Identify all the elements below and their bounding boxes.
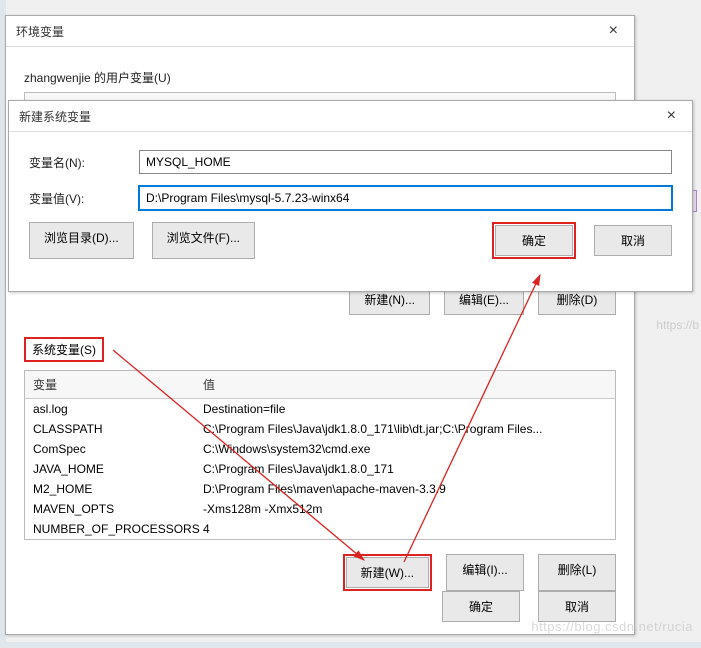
env-cancel-button[interactable]: 取消 [538, 591, 616, 622]
ok-highlight: 确定 [492, 222, 576, 259]
sys-delete-button[interactable]: 删除(L) [538, 554, 616, 591]
var-name-cell: asl.log [33, 402, 203, 416]
var-name-cell: JAVA_HOME [33, 462, 203, 476]
system-vars-label: 系统变量(S) [32, 343, 96, 357]
dlg-title: 新建系统变量 [19, 108, 91, 125]
col-val: 值 [195, 371, 615, 398]
var-value-cell: Destination=file [203, 402, 607, 416]
dlg-title-bar: 新建系统变量 × [9, 101, 692, 132]
dlg-buttons: 浏览目录(D)... 浏览文件(F)... 确定 取消 [29, 222, 672, 259]
var-value-input[interactable] [139, 186, 672, 210]
var-name-cell: CLASSPATH [33, 422, 203, 436]
var-value-cell: -Xms128m -Xmx512m [203, 502, 607, 516]
table-row[interactable]: NUMBER_OF_PROCESSORS4 [25, 519, 615, 539]
var-name-input[interactable] [139, 150, 672, 174]
watermark-text: https://blog.csdn.net/rucia [531, 619, 693, 634]
new-system-variable-dialog: 新建系统变量 × 变量名(N): 变量值(V): 浏览目录(D)... 浏览文件… [8, 100, 693, 292]
sys-buttons-row: 新建(W)... 编辑(I)... 删除(L) [24, 554, 616, 591]
table-row[interactable]: ComSpecC:\Windows\system32\cmd.exe [25, 439, 615, 459]
var-name-row: 变量名(N): [29, 150, 672, 174]
table-row[interactable]: CLASSPATHC:\Program Files\Java\jdk1.8.0_… [25, 419, 615, 439]
var-value-cell: C:\Program Files\Java\jdk1.8.0_171\lib\d… [203, 422, 607, 436]
close-icon[interactable]: × [661, 107, 682, 125]
browse-dir-button[interactable]: 浏览目录(D)... [29, 222, 134, 259]
browse-file-button[interactable]: 浏览文件(F)... [152, 222, 255, 259]
bottom-strip [0, 642, 701, 648]
dlg-ok-button[interactable]: 确定 [495, 225, 573, 256]
var-value-cell: D:\Program Files\maven\apache-maven-3.3.… [203, 482, 607, 496]
env-title: 环境变量 [16, 23, 64, 40]
var-name-cell: M2_HOME [33, 482, 203, 496]
table-row[interactable]: M2_HOMED:\Program Files\maven\apache-mav… [25, 479, 615, 499]
var-value-cell: 4 [203, 522, 607, 536]
env-ok-button[interactable]: 确定 [442, 591, 520, 622]
close-icon[interactable]: × [603, 22, 624, 40]
var-name-cell: NUMBER_OF_PROCESSORS [33, 522, 203, 536]
truncated-text: https://b [656, 318, 699, 332]
sys-edit-button[interactable]: 编辑(I)... [446, 554, 524, 591]
var-name-cell: MAVEN_OPTS [33, 502, 203, 516]
sys-table-body: asl.logDestination=fileCLASSPATHC:\Progr… [25, 399, 615, 539]
table-row[interactable]: JAVA_HOMEC:\Program Files\Java\jdk1.8.0_… [25, 459, 615, 479]
table-row[interactable]: asl.logDestination=file [25, 399, 615, 419]
env-title-bar: 环境变量 × [6, 16, 634, 47]
var-value-cell: C:\Windows\system32\cmd.exe [203, 442, 607, 456]
col-var: 变量 [25, 371, 195, 398]
sys-table-header: 变量 值 [25, 371, 615, 399]
env-final-buttons: 确定 取消 [442, 591, 616, 622]
var-value-row: 变量值(V): [29, 186, 672, 210]
dlg-body: 变量名(N): 变量值(V): 浏览目录(D)... 浏览文件(F)... 确定… [9, 132, 692, 271]
dlg-cancel-button[interactable]: 取消 [594, 225, 672, 256]
var-name-cell: ComSpec [33, 442, 203, 456]
system-vars-table[interactable]: 变量 值 asl.logDestination=fileCLASSPATHC:\… [24, 370, 616, 540]
table-row[interactable]: MAVEN_OPTS -Xms128m -Xmx512m [25, 499, 615, 519]
user-vars-label: zhangwenjie 的用户变量(U) [24, 69, 616, 86]
sys-new-button[interactable]: 新建(W)... [346, 557, 429, 588]
system-vars-label-box: 系统变量(S) [24, 337, 104, 362]
sys-new-highlight: 新建(W)... [343, 554, 432, 591]
var-value-label: 变量值(V): [29, 190, 139, 207]
var-name-label: 变量名(N): [29, 154, 139, 171]
var-value-cell: C:\Program Files\Java\jdk1.8.0_171 [203, 462, 607, 476]
